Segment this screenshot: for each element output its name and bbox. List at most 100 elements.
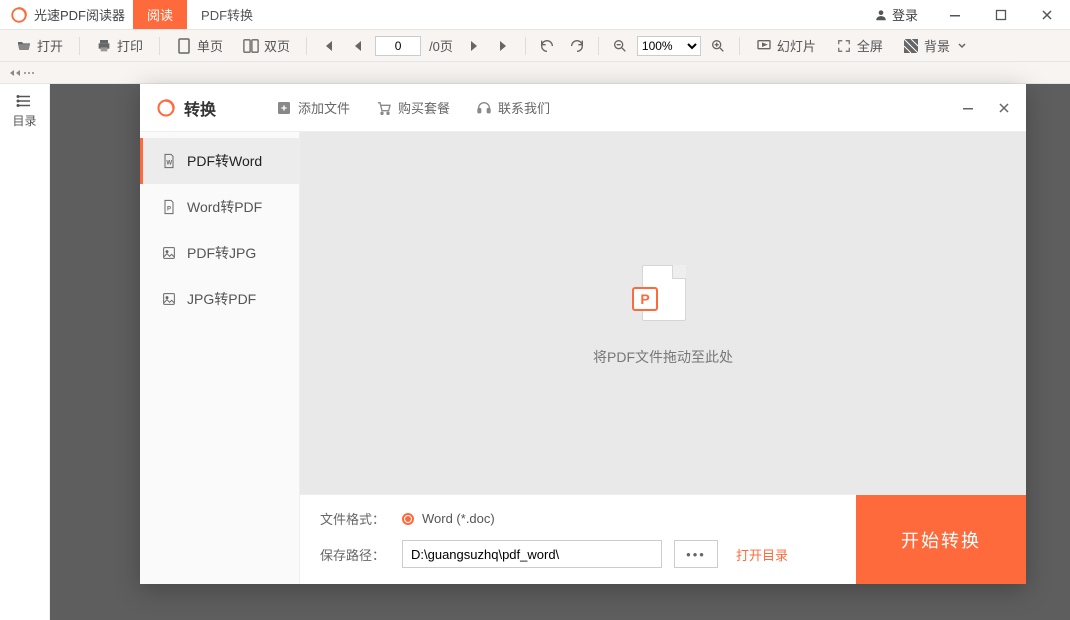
rotate-left-button[interactable] xyxy=(534,30,560,61)
zoom-out-icon xyxy=(612,38,628,54)
dialog-logo: 转换 xyxy=(156,96,216,120)
double-page-button[interactable]: 双页 xyxy=(235,30,298,61)
prev-page-button[interactable] xyxy=(345,30,371,61)
headset-icon xyxy=(476,100,492,116)
file-image-icon xyxy=(161,245,177,261)
first-page-button[interactable] xyxy=(315,30,341,61)
prev-page-icon xyxy=(352,39,364,53)
background-label: 背景 xyxy=(924,36,950,55)
cart-icon xyxy=(376,100,392,116)
page-total: /0页 xyxy=(425,36,457,55)
document-viewport[interactable]: 转换 添加文件 购买套餐 联系我们 xyxy=(50,84,1070,620)
app-titlebar: 光速PDF阅读器 阅读 PDF转换 登录 xyxy=(0,0,1070,30)
fullscreen-label: 全屏 xyxy=(857,36,883,55)
ellipsis-icon: ••• xyxy=(686,547,706,562)
last-page-button[interactable] xyxy=(491,30,517,61)
drop-area[interactable]: P 将PDF文件拖动至此处 xyxy=(300,132,1026,494)
rotate-right-button[interactable] xyxy=(564,30,590,61)
add-file-button[interactable]: 添加文件 xyxy=(276,98,350,117)
nav-label: PDF转JPG xyxy=(187,243,256,263)
login-label: 登录 xyxy=(892,5,918,24)
drop-hint: 将PDF文件拖动至此处 xyxy=(593,347,733,367)
dialog-nav: W PDF转Word P Word转PDF PDF转JPG JPG转PDF xyxy=(140,132,300,584)
nav-label: Word转PDF xyxy=(187,197,262,217)
nav-pdf-to-word[interactable]: W PDF转Word xyxy=(140,138,299,184)
save-path-input[interactable] xyxy=(402,540,662,568)
nav-word-to-pdf[interactable]: P Word转PDF xyxy=(140,184,299,230)
zoom-in-button[interactable] xyxy=(705,30,731,61)
close-icon xyxy=(1041,9,1053,21)
tab-pdf-convert[interactable]: PDF转换 xyxy=(187,0,267,29)
zoom-select[interactable]: 100% xyxy=(637,36,701,56)
toc-icon xyxy=(15,92,33,110)
separator xyxy=(306,37,307,55)
rotate-left-icon xyxy=(539,38,555,54)
radio-icon xyxy=(402,513,414,525)
main-toolbar: 打开 打印 单页 双页 /0页 100% 幻灯片 全屏 背景 xyxy=(0,30,1070,62)
drop-illustration: P xyxy=(628,259,698,329)
user-icon xyxy=(874,8,888,22)
single-page-icon xyxy=(176,38,192,54)
toc-button[interactable]: 目录 xyxy=(12,92,36,129)
app-name: 光速PDF阅读器 xyxy=(34,5,125,24)
double-page-label: 双页 xyxy=(264,36,290,55)
format-value: Word (*.doc) xyxy=(422,511,495,526)
open-button[interactable]: 打开 xyxy=(8,30,71,61)
slideshow-label: 幻灯片 xyxy=(777,36,816,55)
page-number-input[interactable] xyxy=(375,36,421,56)
collapse-handle[interactable] xyxy=(10,67,40,79)
fullscreen-icon xyxy=(836,38,852,54)
zoom-in-icon xyxy=(710,38,726,54)
tab-label: PDF转换 xyxy=(201,5,253,24)
open-dir-link[interactable]: 打开目录 xyxy=(736,545,788,564)
titlebar-spacer xyxy=(267,0,860,29)
format-label: 文件格式： xyxy=(320,509,390,528)
titlebar-right: 登录 xyxy=(860,0,1070,29)
print-button[interactable]: 打印 xyxy=(88,30,151,61)
svg-text:P: P xyxy=(167,206,171,212)
next-page-icon xyxy=(468,39,480,53)
start-convert-button[interactable]: 开始转换 xyxy=(856,495,1026,584)
toc-label: 目录 xyxy=(12,112,36,129)
plus-square-icon xyxy=(276,100,292,116)
dialog-close-button[interactable] xyxy=(998,102,1010,114)
tab-label: 阅读 xyxy=(147,5,173,24)
convert-dialog: 转换 添加文件 购买套餐 联系我们 xyxy=(140,84,1026,584)
buy-pack-button[interactable]: 购买套餐 xyxy=(376,98,450,117)
dialog-window-buttons xyxy=(962,102,1010,114)
nav-jpg-to-pdf[interactable]: JPG转PDF xyxy=(140,276,299,322)
pdf-badge-text: P xyxy=(640,291,649,307)
dialog-title: 转换 xyxy=(184,96,216,120)
tab-read[interactable]: 阅读 xyxy=(133,0,187,29)
zoom-out-button[interactable] xyxy=(607,30,633,61)
background-button[interactable]: 背景 xyxy=(895,30,975,61)
dialog-footer-left: 文件格式： Word (*.doc) 保存路径： ••• 打开目录 xyxy=(300,495,856,584)
file-image-icon xyxy=(161,291,177,307)
svg-text:W: W xyxy=(166,160,172,166)
path-label: 保存路径： xyxy=(320,545,390,564)
browse-path-button[interactable]: ••• xyxy=(674,540,718,568)
dialog-tools: 添加文件 购买套餐 联系我们 xyxy=(276,98,550,117)
folder-open-icon xyxy=(16,38,32,54)
format-radio-word[interactable]: Word (*.doc) xyxy=(402,511,495,526)
printer-icon xyxy=(96,38,112,54)
slideshow-button[interactable]: 幻灯片 xyxy=(748,30,824,61)
contact-us-button[interactable]: 联系我们 xyxy=(476,98,550,117)
app-logo-icon xyxy=(156,98,176,118)
separator xyxy=(159,37,160,55)
format-row: 文件格式： Word (*.doc) xyxy=(320,509,836,528)
next-page-button[interactable] xyxy=(461,30,487,61)
dialog-minimize-button[interactable] xyxy=(962,102,974,114)
app-logo-icon xyxy=(10,6,28,24)
left-rail: 目录 xyxy=(0,84,50,620)
login-button[interactable]: 登录 xyxy=(860,5,932,24)
dialog-main: P 将PDF文件拖动至此处 文件格式： Word (*.doc) xyxy=(300,132,1026,584)
close-icon xyxy=(998,102,1010,114)
nav-pdf-to-jpg[interactable]: PDF转JPG xyxy=(140,230,299,276)
fullscreen-button[interactable]: 全屏 xyxy=(828,30,891,61)
maximize-button[interactable] xyxy=(978,9,1024,21)
single-page-button[interactable]: 单页 xyxy=(168,30,231,61)
open-label: 打开 xyxy=(37,36,63,55)
minimize-button[interactable] xyxy=(932,9,978,21)
close-button[interactable] xyxy=(1024,9,1070,21)
